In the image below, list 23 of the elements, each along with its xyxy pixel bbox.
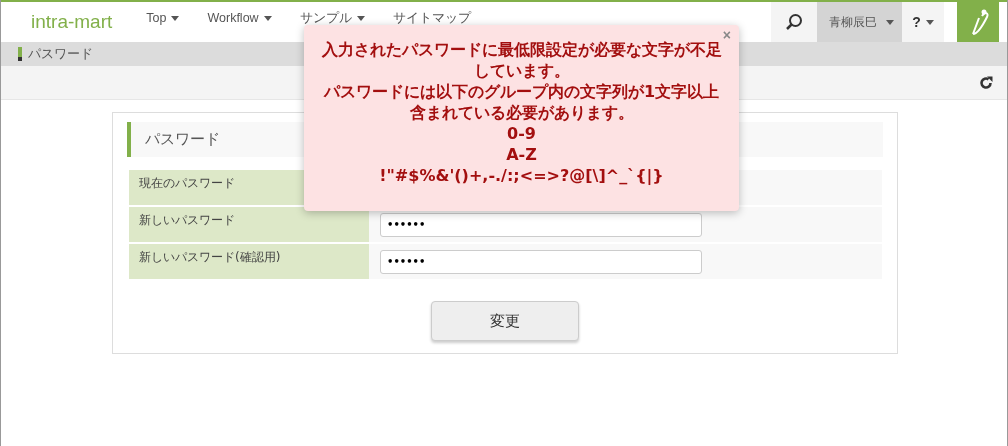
change-button[interactable]: 変更	[431, 301, 579, 341]
help-menu[interactable]: ?	[902, 2, 944, 42]
field-label: 新しいパスワード(確認用)	[129, 244, 369, 279]
field-label: 新しいパスワード	[129, 207, 369, 242]
menu-item[interactable]: サンプル	[285, 11, 379, 25]
logo-icon[interactable]	[957, 2, 999, 42]
menu-item[interactable]: Workflow	[193, 11, 286, 25]
search-icon	[785, 13, 803, 31]
refresh-icon[interactable]	[979, 75, 993, 90]
password-field[interactable]: ••••••	[380, 212, 702, 237]
alert-message: 入力されたパスワードに最低限設定が必要な文字が不足しています。	[320, 39, 723, 81]
alert-message: パスワードには以下のグループ内の文字列が1文字以上含まれている必要があります。	[322, 81, 721, 123]
caret-icon	[925, 19, 934, 25]
password-field[interactable]: ••••••	[380, 249, 702, 274]
menu-item[interactable]: サイトマップ	[378, 11, 485, 25]
caret-icon	[886, 19, 894, 25]
breadcrumb-marker	[18, 47, 22, 61]
search-button[interactable]	[771, 2, 817, 42]
alert-message: 0-9	[506, 123, 537, 144]
user-menu[interactable]: 青柳辰巳	[817, 2, 902, 42]
page-title: パスワード	[28, 45, 93, 63]
menu-item[interactable]: Top	[132, 11, 194, 25]
alert-message: !"#$%&'()+,-./:;<=>?@[\]^_`{|}	[378, 165, 665, 186]
